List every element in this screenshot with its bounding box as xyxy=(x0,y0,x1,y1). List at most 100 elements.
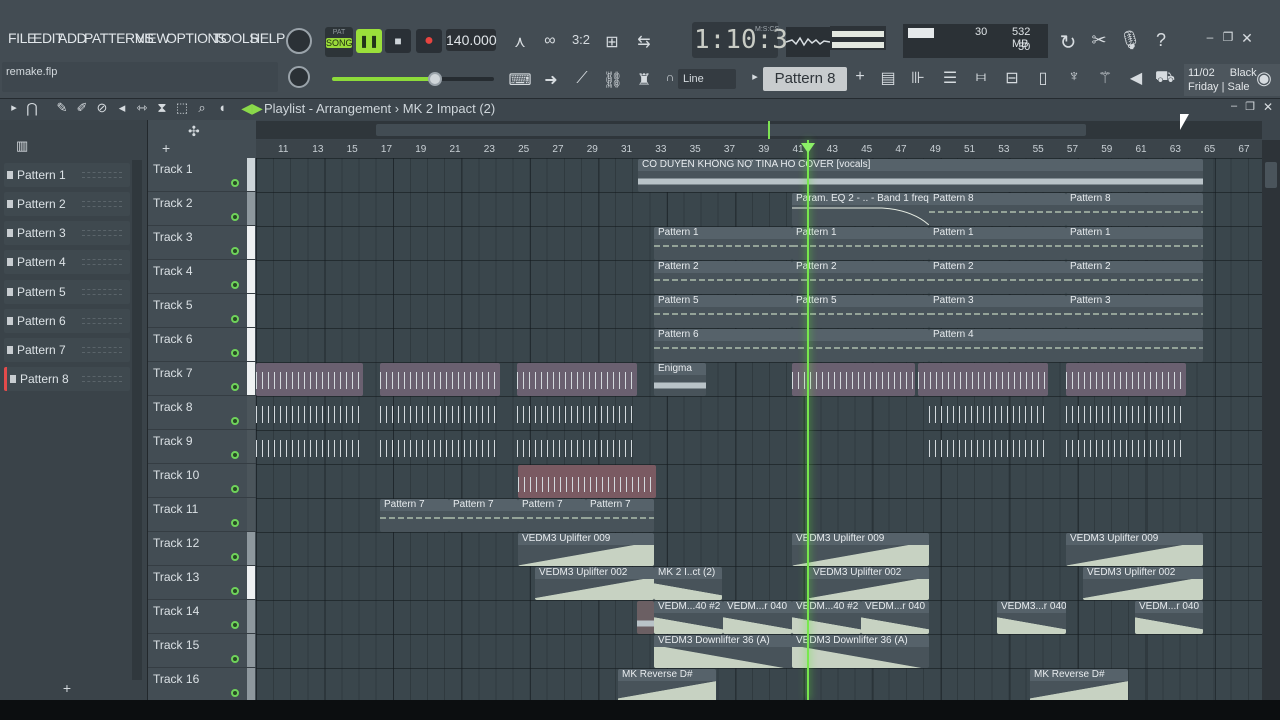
countdown-icon[interactable]: 3:2 xyxy=(569,32,593,47)
magnet-snap-icon[interactable]: ⋂ xyxy=(20,100,44,117)
track-header-4[interactable]: Track 4 xyxy=(148,260,256,294)
vertical-scrollbar[interactable] xyxy=(1262,140,1280,700)
track-mute-led[interactable] xyxy=(231,621,239,629)
arrow-right-icon[interactable]: ➜ xyxy=(539,70,563,90)
track-header-10[interactable]: Track 10 xyxy=(148,464,256,498)
clip-vedm-40d[interactable]: VEDM...r 040 xyxy=(861,601,929,634)
track-header-12[interactable]: Track 12 xyxy=(148,532,256,566)
track-mute-led[interactable] xyxy=(231,655,239,663)
clip-vedm-40b[interactable]: VEDM...r 040 xyxy=(723,601,792,634)
clip-pattern-7d[interactable]: Pattern 7 xyxy=(586,499,654,532)
clip-pattern-1a[interactable]: Pattern 1 xyxy=(654,227,792,260)
clip-pattern-1c[interactable]: Pattern 1 xyxy=(929,227,1066,260)
clip-downlifter-a[interactable]: VEDM3 Downlifter 36 (A) xyxy=(654,635,792,668)
clip-vocals[interactable]: CÓ DUYÊN KHÔNG NỢ TINA HO COVER [vocals] xyxy=(638,159,1203,192)
clip-drum-loop-e[interactable] xyxy=(918,363,1048,396)
track-mute-led[interactable] xyxy=(231,349,239,357)
picker-scrollbar[interactable] xyxy=(132,160,142,680)
clip-reverse-a[interactable]: MK Reverse D# xyxy=(618,669,716,700)
track-header-9[interactable]: Track 9 xyxy=(148,430,256,464)
menu-view[interactable]: VIEW xyxy=(135,30,170,46)
brush-icon[interactable]: ⟋ xyxy=(570,70,594,88)
clip-vedm-40a[interactable]: VEDM...40 #2 xyxy=(654,601,723,634)
pat-song-toggle[interactable]: PAT SONG xyxy=(325,27,353,57)
track-mute-led[interactable] xyxy=(231,247,239,255)
clip-pattern-2d[interactable]: Pattern 2 xyxy=(1066,261,1203,294)
track-mute-led[interactable] xyxy=(231,519,239,527)
clip-drum-loop-c[interactable] xyxy=(517,363,637,396)
snap-selector[interactable]: Line xyxy=(678,69,736,89)
track-header-5[interactable]: Track 5 xyxy=(148,294,256,328)
picker-pattern-6[interactable]: Pattern 6 xyxy=(4,309,130,333)
clip-pattern-7c[interactable]: Pattern 7 xyxy=(518,499,586,532)
clip-reverse-b[interactable]: MK Reverse D# xyxy=(1030,669,1128,700)
clip-hits-8d[interactable] xyxy=(929,397,1049,430)
mixer-icon[interactable]: ⧦ xyxy=(969,68,993,86)
clip-uplifter-009b[interactable]: VEDM3 Uplifter 009 xyxy=(792,533,929,566)
clip-drum-loop-d[interactable] xyxy=(792,363,915,396)
clip-pattern-1b[interactable]: Pattern 1 xyxy=(792,227,929,260)
clip-track10-audio[interactable] xyxy=(518,465,656,498)
track-header-8[interactable]: Track 8 xyxy=(148,396,256,430)
record-button[interactable]: ● xyxy=(416,29,442,53)
clip-hits-9a[interactable] xyxy=(256,431,363,464)
master-volume-knob[interactable] xyxy=(286,28,312,54)
touch-controller-icon[interactable]: ⚚ xyxy=(1093,68,1117,88)
browser-icon[interactable]: ⊟ xyxy=(1000,68,1024,88)
track-header-14[interactable]: Track 14 xyxy=(148,600,256,634)
volume-slider-handle[interactable] xyxy=(428,72,442,86)
play-arrangement-icon[interactable]: ◀▶ xyxy=(240,100,264,117)
clip-pattern-5b[interactable]: Pattern 5 xyxy=(792,295,929,328)
master-volume-slider[interactable] xyxy=(332,77,436,81)
clip-pattern-6[interactable]: Pattern 6 xyxy=(654,329,929,362)
track-header-1[interactable]: Track 1 xyxy=(148,158,256,192)
step-edit-icon[interactable]: ⊞ xyxy=(600,32,624,52)
scrollbar-thumb[interactable] xyxy=(1265,162,1277,188)
cpu-memory-monitor[interactable]: 30 532 MB 30 xyxy=(903,24,1048,58)
menu-file[interactable]: FILE xyxy=(8,30,36,46)
picker-pattern-4[interactable]: Pattern 4 xyxy=(4,250,130,274)
clip-pattern-3b[interactable]: Pattern 3 xyxy=(1066,295,1203,328)
cut-icon[interactable]: ✂ xyxy=(1087,30,1111,51)
globe-icon[interactable]: ◉ xyxy=(1252,68,1276,89)
track-mute-led[interactable] xyxy=(231,553,239,561)
arrangement-overview-scrollbar[interactable] xyxy=(256,121,1262,139)
clip-uplifter-009a[interactable]: VEDM3 Uplifter 009 xyxy=(518,533,654,566)
track-mute-led[interactable] xyxy=(231,281,239,289)
clip-pattern-7b[interactable]: Pattern 7 xyxy=(449,499,518,532)
clip-downlifter-b[interactable]: VEDM3 Downlifter 36 (A) xyxy=(792,635,929,668)
picker-pattern-5[interactable]: Pattern 5 xyxy=(4,280,130,304)
refresh-icon[interactable]: ↻ xyxy=(1056,30,1080,55)
add-track-button[interactable]: + xyxy=(4,680,130,698)
fit-icon[interactable]: ✣ xyxy=(188,123,200,140)
menu-help[interactable]: HELP xyxy=(250,30,285,46)
clip-hits-8c[interactable] xyxy=(517,397,637,430)
clip-vedm-40c[interactable]: VEDM...40 #2 xyxy=(792,601,861,634)
picker-pattern-7[interactable]: Pattern 7 xyxy=(4,338,130,362)
clip-vedm-40f[interactable]: VEDM...r 040 xyxy=(1135,601,1203,634)
clip-uplifter-002c[interactable]: VEDM3 Uplifter 002 xyxy=(1083,567,1203,600)
pattern-selector[interactable]: Pattern 8 xyxy=(763,67,847,91)
clip-pattern-5a[interactable]: Pattern 5 xyxy=(654,295,792,328)
playhead-marker[interactable] xyxy=(801,143,815,153)
wait-icon[interactable]: ∞ xyxy=(538,32,562,50)
track-header-2[interactable]: Track 2 xyxy=(148,192,256,226)
track-header-3[interactable]: Track 3 xyxy=(148,226,256,260)
clip-drum-loop-f[interactable] xyxy=(1066,363,1186,396)
stop-button[interactable]: ■ xyxy=(385,29,411,53)
link-icon[interactable]: ⛓ xyxy=(601,70,625,90)
picker-pattern-8[interactable]: Pattern 8 xyxy=(4,367,130,391)
track-mute-led[interactable] xyxy=(231,485,239,493)
playlist-icon[interactable]: ▤ xyxy=(876,68,900,88)
speaker-icon[interactable]: ◀ xyxy=(1124,68,1148,88)
clip-hits-9e[interactable] xyxy=(1066,431,1186,464)
picker-pattern-1[interactable]: Pattern 1 xyxy=(4,163,130,187)
clip-pattern-1d[interactable]: Pattern 1 xyxy=(1066,227,1203,260)
playlist-view-icon[interactable]: ⌨ xyxy=(508,70,532,90)
clip-pattern-7a[interactable]: Pattern 7 xyxy=(380,499,449,532)
master-pitch-knob[interactable] xyxy=(288,66,310,88)
plugin-icon[interactable]: ♆ xyxy=(1062,68,1086,86)
clip-pattern-8b[interactable]: Pattern 8 xyxy=(1066,193,1203,226)
piano-roll-icon[interactable]: ⊪ xyxy=(906,68,930,88)
clip-hits-9d[interactable] xyxy=(929,431,1049,464)
